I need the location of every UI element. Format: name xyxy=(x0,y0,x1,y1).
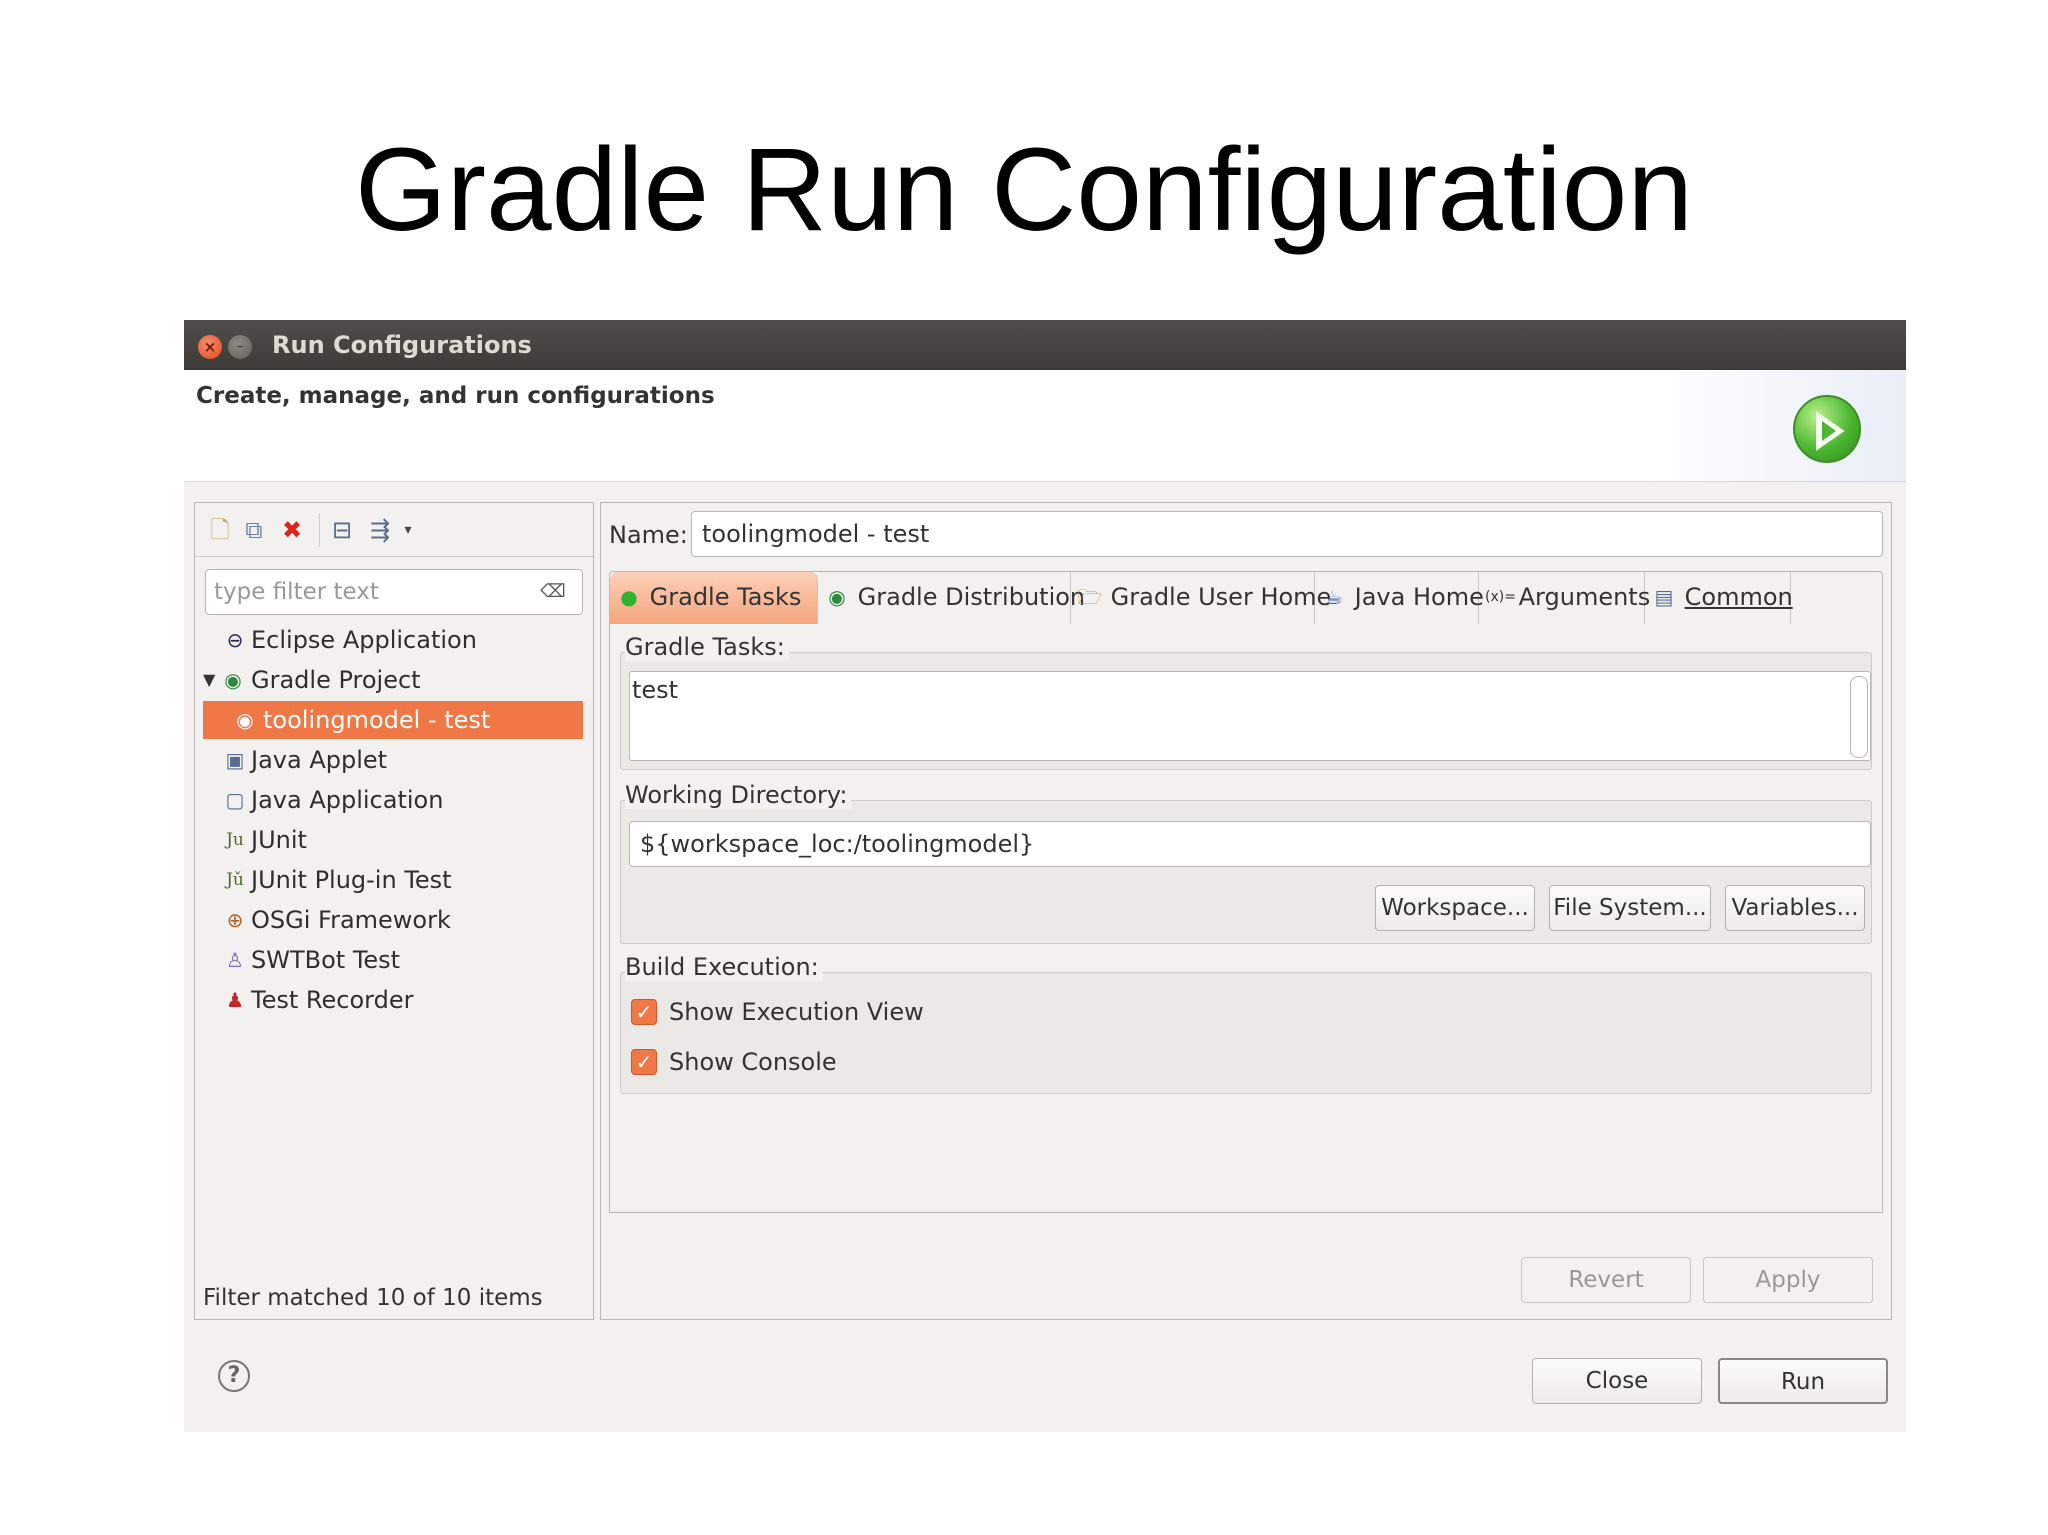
run-configurations-dialog: × – Run Configurations Create, manage, a… xyxy=(184,320,1906,1432)
gradle-tasks-group: Gradle Tasks: test xyxy=(620,633,1872,770)
tab-common[interactable]: ▤ Common xyxy=(1645,572,1793,624)
tree-item-test-recorder[interactable]: ♟ Test Recorder xyxy=(195,981,593,1019)
java-home-icon: ☕ xyxy=(1325,585,1343,609)
minimize-window-icon[interactable]: – xyxy=(228,335,252,359)
close-button[interactable]: Close xyxy=(1532,1358,1702,1404)
window-title: Run Configurations xyxy=(272,331,532,359)
junit-plugin-icon: Jǔ xyxy=(226,870,244,890)
filter-input[interactable] xyxy=(214,576,524,608)
tree-item-label: Java Applet xyxy=(251,746,388,774)
configuration-editor-panel: Name: ● Gradle Tasks ◉ Gradle Distributi… xyxy=(600,502,1892,1320)
help-icon[interactable]: ? xyxy=(218,1360,250,1392)
working-directory-label: Working Directory: xyxy=(625,781,852,809)
close-window-icon[interactable]: × xyxy=(198,335,222,359)
test-recorder-icon: ♟ xyxy=(226,988,244,1012)
gradle-tasks-label: Gradle Tasks: xyxy=(625,633,789,661)
build-execution-group: Build Execution: ✓ Show Execution View ✓… xyxy=(620,953,1872,1094)
filter-config-icon[interactable]: ⇶ xyxy=(365,515,395,545)
title-bar: × – Run Configurations xyxy=(184,320,1906,370)
apply-button[interactable]: Apply xyxy=(1703,1257,1873,1303)
java-applet-icon: ▣ xyxy=(225,748,245,772)
tree-item-label: Gradle Project xyxy=(251,666,421,694)
tree-item-label: Test Recorder xyxy=(251,986,414,1014)
osgi-icon: ⊕ xyxy=(226,908,244,932)
slide-title: Gradle Run Configuration xyxy=(354,124,1694,256)
checkbox-label: Show Console xyxy=(669,1048,837,1076)
tree-item-swtbot-test[interactable]: ♙ SWTBot Test xyxy=(195,941,593,979)
tree-item-label: Eclipse Application xyxy=(251,626,477,654)
tree-item-label: toolingmodel - test xyxy=(263,706,491,734)
new-config-icon[interactable]: 🗋 xyxy=(205,515,235,545)
expand-triangle-icon[interactable]: ▼ xyxy=(203,661,215,699)
tab-gradle-user-home[interactable]: 🗁 Gradle User Home xyxy=(1071,572,1331,624)
arguments-icon: (x)= xyxy=(1485,589,1516,605)
tab-bar: ● Gradle Tasks ◉ Gradle Distribution 🗁 G… xyxy=(610,572,1882,624)
tree-item-gradle-project[interactable]: ▼ ◉ Gradle Project xyxy=(195,661,593,699)
filter-status-text: Filter matched 10 of 10 items xyxy=(203,1285,543,1311)
working-directory-field[interactable] xyxy=(629,821,1871,867)
tree-item-label: SWTBot Test xyxy=(251,946,401,974)
tab-label: Arguments xyxy=(1518,583,1651,611)
tab-gradle-distribution[interactable]: ◉ Gradle Distribution xyxy=(818,572,1085,624)
tab-label: Java Home xyxy=(1354,583,1484,611)
delete-config-icon[interactable]: ✖ xyxy=(277,515,307,545)
tree-item-label: OSGi Framework xyxy=(251,906,451,934)
folder-icon: 🗁 xyxy=(1077,585,1103,609)
gradle-config-icon: ◉ xyxy=(236,708,254,732)
tab-folder: ● Gradle Tasks ◉ Gradle Distribution 🗁 G… xyxy=(609,571,1883,1213)
revert-button[interactable]: Revert xyxy=(1521,1257,1691,1303)
tree-item-osgi-framework[interactable]: ⊕ OSGi Framework xyxy=(195,901,593,939)
tab-gradle-tasks[interactable]: ● Gradle Tasks xyxy=(610,572,818,624)
workspace-button[interactable]: Workspace... xyxy=(1375,885,1535,931)
gradle-tasks-textarea[interactable]: test xyxy=(629,671,1871,761)
gradle-icon: ◉ xyxy=(828,585,846,609)
green-dot-icon: ● xyxy=(620,585,638,609)
tree-item-eclipse-application[interactable]: ⊖ Eclipse Application xyxy=(195,621,593,659)
tab-label: Gradle User Home xyxy=(1110,583,1332,611)
junit-icon: Ju xyxy=(226,830,244,850)
name-label: Name: xyxy=(609,521,688,549)
tree-item-java-applet[interactable]: ▣ Java Applet xyxy=(195,741,593,779)
configuration-list-panel: 🗋 ⧉ ✖ ⊟ ⇶ ▾ ⌫ ⊖ Eclipse Application ▼ ◉ … xyxy=(194,502,594,1320)
name-field[interactable] xyxy=(691,511,1883,557)
file-system-button[interactable]: File System... xyxy=(1549,885,1711,931)
header-description: Create, manage, and run configurations xyxy=(196,383,715,409)
checkbox-checked-icon[interactable]: ✓ xyxy=(631,999,657,1025)
tree-item-junit-plugin-test[interactable]: Jǔ JUnit Plug-in Test xyxy=(195,861,593,899)
working-directory-group: Working Directory: Workspace... File Sys… xyxy=(620,781,1872,944)
checkbox-label: Show Execution View xyxy=(669,998,924,1026)
tree-item-toolingmodel-test[interactable]: ◉ toolingmodel - test xyxy=(203,701,583,739)
checkbox-checked-icon[interactable]: ✓ xyxy=(631,1049,657,1075)
header-banner: Create, manage, and run configurations xyxy=(184,370,1906,482)
tab-label: Gradle Distribution xyxy=(857,583,1086,611)
tab-arguments[interactable]: (x)= Arguments xyxy=(1479,572,1650,624)
tree-item-label: JUnit xyxy=(251,826,307,854)
run-icon xyxy=(1793,395,1861,463)
gradle-icon: ◉ xyxy=(224,668,242,692)
java-application-icon: ▢ xyxy=(225,788,245,812)
collapse-all-icon[interactable]: ⊟ xyxy=(327,515,357,545)
scrollbar[interactable] xyxy=(1850,676,1868,758)
chevron-down-icon[interactable]: ▾ xyxy=(393,515,423,545)
gradle-tasks-value: test xyxy=(632,676,679,704)
duplicate-config-icon[interactable]: ⧉ xyxy=(239,515,269,545)
swtbot-icon: ♙ xyxy=(226,948,244,972)
clear-filter-icon[interactable]: ⌫ xyxy=(540,580,566,604)
tab-java-home[interactable]: ☕ Java Home xyxy=(1315,572,1484,624)
run-button[interactable]: Run xyxy=(1718,1358,1888,1404)
configuration-toolbar: 🗋 ⧉ ✖ ⊟ ⇶ ▾ xyxy=(195,503,593,557)
common-icon: ▤ xyxy=(1654,585,1674,609)
build-execution-label: Build Execution: xyxy=(625,953,823,981)
tree-item-label: JUnit Plug-in Test xyxy=(251,866,452,894)
tab-label: Common xyxy=(1684,583,1793,611)
eclipse-icon: ⊖ xyxy=(226,628,244,652)
tree-item-java-application[interactable]: ▢ Java Application xyxy=(195,781,593,819)
tree-item-junit[interactable]: Ju JUnit xyxy=(195,821,593,859)
toolbar-separator xyxy=(319,513,320,547)
variables-button[interactable]: Variables... xyxy=(1725,885,1865,931)
tree-item-label: Java Application xyxy=(251,786,444,814)
filter-field: ⌫ xyxy=(205,569,583,615)
tab-label: Gradle Tasks xyxy=(649,583,802,611)
